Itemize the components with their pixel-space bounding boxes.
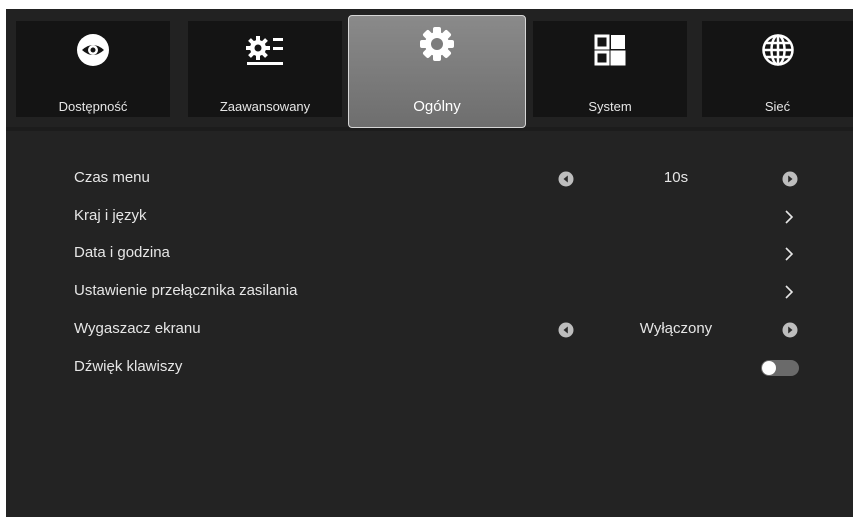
setting-label: Dźwięk klawiszy <box>74 358 183 375</box>
tab-bar: Dostępność Zaawansowany Ogólny System Si… <box>6 9 853 128</box>
tab-network[interactable]: Sieć <box>702 21 853 117</box>
setting-row-menu-time[interactable]: Czas menu 10s <box>6 160 853 198</box>
settings-list-icon <box>246 36 283 65</box>
setting-row-date-time[interactable]: Data i godzina <box>6 235 853 273</box>
setting-label: Czas menu <box>74 169 150 186</box>
eye-icon <box>77 34 109 66</box>
chevron-right-icon <box>785 247 794 261</box>
arrow-right-icon[interactable] <box>782 171 798 187</box>
setting-row-country-language[interactable]: Kraj i język <box>6 198 853 236</box>
arrow-left-icon[interactable] <box>558 322 574 338</box>
globe-icon <box>761 34 794 66</box>
toggle-knob <box>762 361 776 375</box>
tab-label: Zaawansowany <box>219 99 311 114</box>
chevron-right-icon <box>785 285 794 299</box>
setting-row-screensaver[interactable]: Wygaszacz ekranu Wyłączony <box>6 311 853 349</box>
key-sound-toggle[interactable] <box>761 360 799 376</box>
setting-label: Wygaszacz ekranu <box>74 320 201 337</box>
settings-list: Czas menu 10s Kraj i język Data i godzin… <box>6 131 853 517</box>
tab-accessibility[interactable]: Dostępność <box>16 21 170 117</box>
tab-label: Dostępność <box>58 99 128 114</box>
tab-general[interactable]: Ogólny <box>348 15 526 128</box>
tab-label: System <box>588 99 632 114</box>
setting-value: Wyłączony <box>639 320 713 337</box>
tab-label: Ogólny <box>413 98 461 115</box>
chevron-right-icon <box>785 210 794 224</box>
setting-row-power-switch[interactable]: Ustawienie przełącznika zasilania <box>6 273 853 311</box>
tab-label: Sieć <box>764 99 791 114</box>
settings-screen: Dostępność Zaawansowany Ogólny System Si… <box>6 9 853 517</box>
gear-icon <box>420 27 454 61</box>
arrow-left-icon[interactable] <box>558 171 574 187</box>
tab-system[interactable]: System <box>533 21 687 117</box>
arrow-right-icon[interactable] <box>782 322 798 338</box>
setting-label: Ustawienie przełącznika zasilania <box>74 282 298 299</box>
setting-row-key-sound[interactable]: Dźwięk klawiszy <box>6 349 853 387</box>
setting-value: 10s <box>663 169 689 186</box>
setting-label: Data i godzina <box>74 244 170 261</box>
grid-icon <box>594 34 626 66</box>
tab-advanced[interactable]: Zaawansowany <box>188 21 342 117</box>
setting-label: Kraj i język <box>74 207 147 224</box>
